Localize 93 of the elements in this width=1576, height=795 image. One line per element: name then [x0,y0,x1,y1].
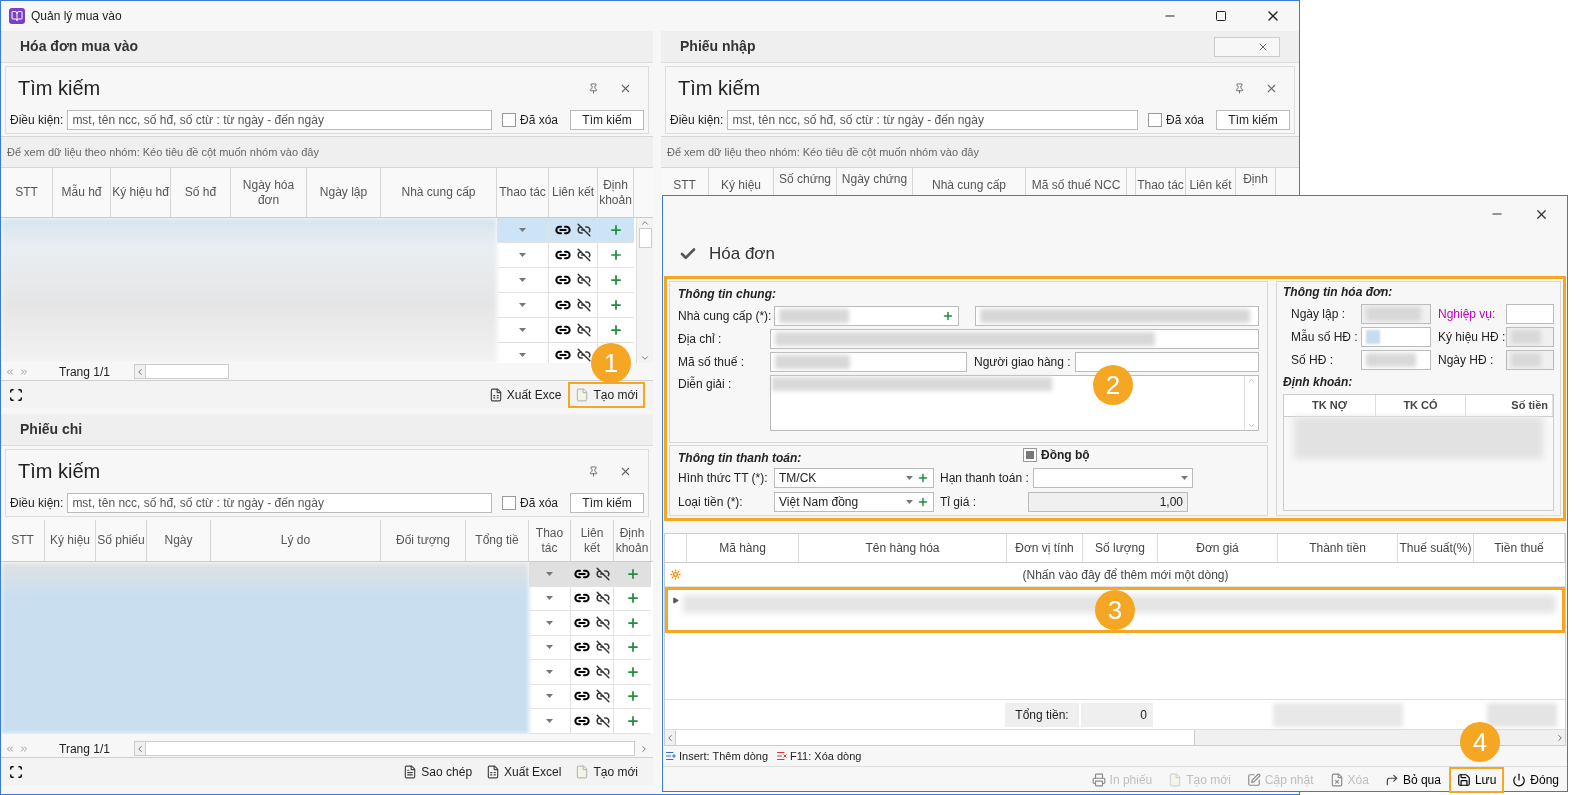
shortcut-hint: Insert: Thêm dòng [679,748,769,764]
search-button[interactable]: Tìm kiếm [570,493,644,513]
field-label: Loại tiền (*): [678,494,744,511]
column-header[interactable]: Định khoản [598,168,634,217]
column-header[interactable]: Thao tác [529,520,571,561]
search-title: Tìm kiếm [18,459,101,484]
toolbar-button[interactable]: Xuất Exce [481,381,569,408]
column-header[interactable]: STT [1,520,45,561]
checkbox-label: Đã xóa [519,495,558,512]
input-field[interactable]: Việt Nam đồng [774,492,934,512]
input-field[interactable]: TM/CK [774,468,934,488]
total-value: 0 [1081,702,1153,727]
column-header[interactable]: Liên kết [571,520,614,561]
column-header[interactable]: TK NỢ [1284,395,1376,416]
toolbar-button[interactable]: Xuất Excel [479,758,569,785]
field-label: Tỉ giá : [940,494,977,511]
toolbar-button[interactable]: Đóng [1504,767,1567,793]
search-field[interactable]: mst, tên ncc, số hđ, số ctừ : từ ngày - đến ngày [67,110,492,130]
column-header[interactable]: Thành tiền [1278,534,1398,562]
group-title: Thông tin thanh toán: [678,450,803,467]
window-title: Quản lý mua vào [31,8,122,25]
dialog-heading: Hóa đơn [709,243,775,266]
field-label: Hình thức TT (*): [678,470,769,487]
column-header[interactable]: Định khoản [614,520,651,561]
field-label: Hạn thanh toán : [940,470,1029,487]
search-title: Tìm kiếm [18,76,101,101]
field-label: Mẫu số HĐ : [1291,328,1357,346]
column-header[interactable]: Thuế suất(%) [1398,534,1474,562]
total-label: Tổng tiền: [1005,702,1079,727]
condition-label: Điều kiện: [670,112,724,129]
column-header[interactable]: Tổng tiề [466,520,529,561]
section-title: Phiếu nhập [680,37,756,56]
column-header[interactable]: Mẫu hđ [53,168,111,217]
column-header[interactable]: Số phiếu [96,520,147,561]
input-field[interactable]: 1,00 [1028,492,1188,512]
toolbar-button[interactable]: Tạo mới [568,758,645,785]
column-header[interactable]: Ngày lập [307,168,381,217]
checkbox-label: Đồng bộ [1041,447,1090,464]
toolbar-button[interactable]: Bỏ qua [1376,767,1449,793]
column-header[interactable]: TK CÓ [1376,395,1466,416]
section-title: Phiếu chi [20,420,83,439]
field-label: Số HĐ : [1291,352,1334,369]
page-indicator: Trang 1/1 [59,363,111,381]
column-header[interactable]: Ký hiệu [45,520,96,561]
group-hint: Để xem dữ liệu theo nhóm: Kéo tiêu đề cột muốn nhóm vào đây [667,144,979,160]
field-label: Mã số thuế : [678,354,746,371]
column-header[interactable]: Ngày [147,520,211,561]
column-header[interactable]: Ký hiệu hđ [111,168,171,217]
column-header[interactable]: Đơn giá [1158,534,1278,562]
column-header[interactable]: STT [1,168,53,217]
new-row-hint[interactable]: (Nhấn vào đây để thêm mới một dòng) [686,565,1565,584]
column-header[interactable]: Số tiền [1466,395,1553,416]
page-indicator: Trang 1/1 [59,740,111,758]
condition-label: Điều kiện: [10,112,64,129]
field-label: Ngày lập : [1291,306,1347,323]
field-value: TM/CK [779,470,817,487]
column-header[interactable]: Số hđ [171,168,231,217]
column-header[interactable]: Lý do [211,520,381,561]
group-title: Thông tin chung: [678,286,777,303]
column-header[interactable]: Thao tác [497,168,549,217]
column-header[interactable]: Tiền thuế [1474,534,1565,562]
search-button[interactable]: Tìm kiếm [570,110,644,130]
field-value: 1,00 [1159,494,1183,511]
column-header[interactable]: Nhà cung cấp [381,168,497,217]
field-label: Nghiệp vụ: [1438,306,1497,323]
field-label: Ngày HĐ : [1438,352,1495,369]
column-header[interactable]: Đơn vị tính [1007,534,1083,562]
search-field[interactable]: mst, tên ncc, số hđ, số ctừ : từ ngày - đến ngày [67,493,492,513]
checkbox-label: Đã xóa [1165,112,1204,129]
toolbar-button[interactable]: Tạo mới [568,381,645,408]
search-title: Tìm kiếm [678,76,761,101]
section-title: Hóa đơn mua vào [20,37,139,56]
column-header[interactable]: Tên hàng hóa [799,534,1007,562]
field-label: Diễn giải : [678,375,733,393]
group-title: Định khoản: [1283,374,1354,391]
search-button[interactable]: Tìm kiếm [1216,110,1290,130]
column-header[interactable]: Mã hàng [687,534,799,562]
column-header[interactable]: Số lượng [1083,534,1158,562]
field-label: Nhà cung cấp (*): [678,308,770,325]
group-hint: Để xem dữ liệu theo nhóm: Kéo tiêu đề cột muốn nhóm vào đây [7,144,319,160]
condition-label: Điều kiện: [10,495,64,512]
column-header[interactable]: Liên kết [549,168,598,217]
field-label: Địa chỉ : [678,331,723,348]
column-header[interactable]: Đối tượng [381,520,466,561]
field-value: Việt Nam đồng [779,494,859,511]
shortcut-hint: F11: Xóa dòng [790,748,862,764]
toolbar-button[interactable]: Lưu [1448,767,1505,793]
group-title: Thông tin hóa đơn: [1283,284,1394,301]
checkbox-label: Đã xóa [519,112,558,129]
field-label: Người giao hàng : [974,354,1071,371]
toolbar-button[interactable]: Sao chép [396,758,480,785]
column-header[interactable]: Ngày hóa đơn [231,168,307,217]
search-field[interactable]: mst, tên ncc, số hđ, số ctừ : từ ngày - đến ngày [727,110,1138,130]
